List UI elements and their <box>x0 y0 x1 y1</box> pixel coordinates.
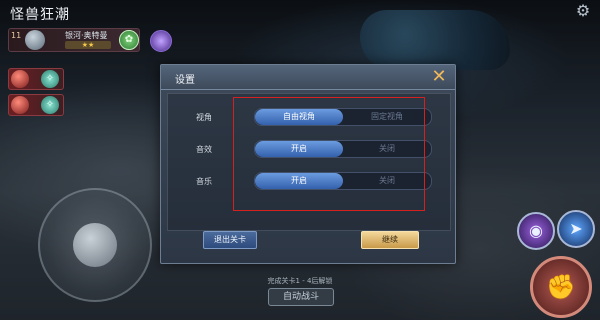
enemy-target-card: 11 银河·奥特曼 ★★ ✿ <box>8 28 140 52</box>
ally-avatar <box>11 96 29 114</box>
virtual-joystick[interactable] <box>38 188 152 302</box>
ally-card-1[interactable]: ✧ <box>8 68 64 90</box>
sound-effects-label: 音效 <box>196 145 212 154</box>
purple-swirl-icon[interactable]: ◉ <box>517 212 555 250</box>
buff-orb-icon[interactable] <box>150 30 172 52</box>
highlight-box <box>233 97 425 211</box>
settings-dialog: 设置 ✕ 视角 自由视角 固定视角 音效 开启 关闭 音乐 开启 关闭 退出关卡… <box>160 64 456 264</box>
exit-stage-button[interactable]: 退出关卡 <box>203 231 257 249</box>
gear-icon[interactable]: ⚙ <box>574 2 592 20</box>
ally-avatar <box>11 70 29 88</box>
music-label: 音乐 <box>196 177 212 186</box>
stage-title: 怪兽狂潮 <box>10 7 70 23</box>
unlock-hint: 完成关卡1 - 4后解锁 <box>267 277 333 285</box>
enemy-level: 11 <box>11 31 22 40</box>
ally-card-2[interactable]: ✧ <box>8 94 64 116</box>
fist-icon[interactable]: ✊ <box>530 256 592 318</box>
continue-button[interactable]: 继续 <box>361 231 419 249</box>
dialog-header: 设置 ✕ <box>161 65 455 90</box>
enemy-name: 银河·奥特曼 <box>65 31 108 40</box>
ally-skill-icon: ✧ <box>41 70 59 88</box>
auto-battle-button[interactable]: 自动战斗 <box>268 288 334 306</box>
ally-skill-icon: ✧ <box>41 96 59 114</box>
element-badge-icon: ✿ <box>119 30 139 50</box>
enemy-avatar <box>25 30 45 50</box>
camera-label: 视角 <box>196 113 212 122</box>
enemy-stars: ★★ <box>65 41 111 49</box>
dialog-title: 设置 <box>175 75 195 86</box>
blue-arrow-icon[interactable]: ➤ <box>557 210 595 248</box>
close-icon[interactable]: ✕ <box>429 67 449 87</box>
joystick-knob[interactable] <box>73 223 117 267</box>
